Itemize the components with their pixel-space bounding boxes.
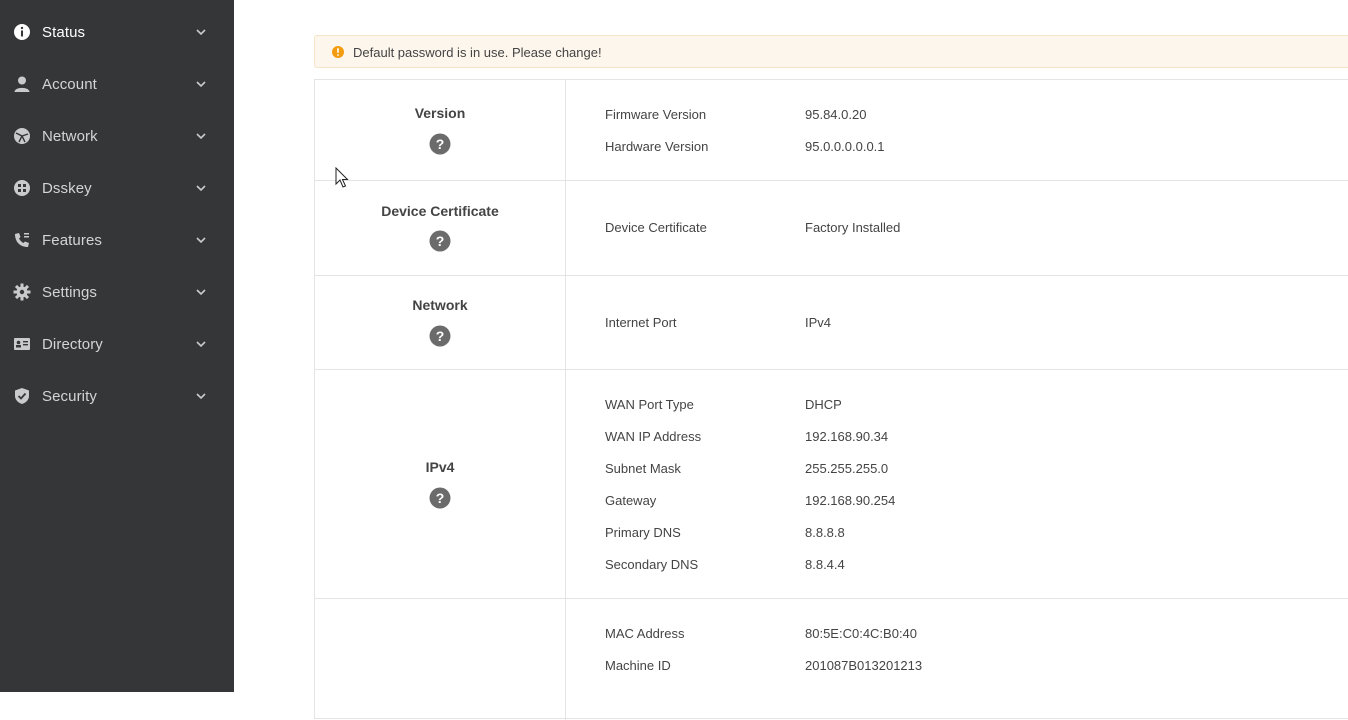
chevron-down-icon bbox=[195, 286, 207, 298]
shield-icon bbox=[13, 387, 31, 405]
phone-icon bbox=[13, 231, 31, 249]
sidebar-item-account[interactable]: Account bbox=[0, 58, 234, 110]
field-label: Hardware Version bbox=[605, 139, 709, 154]
globe-icon bbox=[13, 127, 31, 145]
chevron-down-icon bbox=[195, 390, 207, 402]
field-label: Device Certificate bbox=[605, 220, 707, 235]
user-icon bbox=[13, 75, 31, 93]
sidebar-item-security[interactable]: Security bbox=[0, 370, 234, 422]
svg-text:?: ? bbox=[436, 233, 445, 249]
field-value: 8.8.4.4 bbox=[805, 557, 845, 572]
sidebar-item-settings[interactable]: Settings bbox=[0, 266, 234, 318]
field-label: Internet Port bbox=[605, 315, 677, 330]
section-title-network: Network bbox=[412, 297, 468, 313]
warning-icon bbox=[331, 45, 345, 59]
field-value: Factory Installed bbox=[805, 220, 901, 235]
sidebar-item-label: Directory bbox=[42, 335, 103, 353]
field-value: 192.168.90.254 bbox=[805, 493, 896, 508]
mouse-cursor-icon bbox=[335, 167, 349, 189]
sidebar-item-dsskey[interactable]: Dsskey bbox=[0, 162, 234, 214]
sidebar: Status Account Network Dsskey Features S… bbox=[0, 0, 234, 692]
field-label: Gateway bbox=[605, 493, 657, 508]
section-title-version: Version bbox=[414, 105, 466, 121]
row-divider bbox=[315, 598, 1348, 599]
contact-card-icon bbox=[13, 335, 31, 353]
chevron-down-icon bbox=[195, 234, 207, 246]
info-icon bbox=[13, 23, 31, 41]
section-title-device-certificate: Device Certificate bbox=[381, 203, 499, 219]
chevron-down-icon bbox=[195, 26, 207, 38]
sidebar-item-network[interactable]: Network bbox=[0, 110, 234, 162]
field-value: 8.8.8.8 bbox=[805, 525, 845, 540]
sidebar-item-label: Status bbox=[42, 23, 86, 41]
sidebar-item-label: Network bbox=[42, 127, 98, 145]
status-panel: Version ? Firmware Version 95.84.0.20 Ha… bbox=[314, 79, 1348, 720]
help-icon[interactable]: ? bbox=[429, 230, 451, 252]
field-value: 95.0.0.0.0.0.1 bbox=[805, 139, 885, 154]
field-value: IPv4 bbox=[805, 315, 832, 330]
field-value: DHCP bbox=[805, 397, 842, 412]
help-icon[interactable]: ? bbox=[429, 487, 451, 509]
sidebar-item-label: Account bbox=[42, 75, 97, 93]
field-label: Firmware Version bbox=[605, 107, 707, 122]
gear-icon bbox=[13, 283, 31, 301]
field-value: 255.255.255.0 bbox=[805, 461, 889, 476]
field-value: 192.168.90.34 bbox=[805, 429, 889, 444]
warning-banner: Default password is in use. Please chang… bbox=[314, 35, 1348, 68]
field-label: Primary DNS bbox=[605, 525, 681, 540]
column-divider bbox=[565, 80, 566, 720]
sidebar-item-directory[interactable]: Directory bbox=[0, 318, 234, 370]
field-label: MAC Address bbox=[605, 626, 685, 641]
main-content: Default password is in use. Please chang… bbox=[234, 0, 1348, 720]
field-label: WAN Port Type bbox=[605, 397, 694, 412]
field-label: Secondary DNS bbox=[605, 557, 699, 572]
svg-text:?: ? bbox=[436, 328, 445, 344]
field-value: 95.84.0.20 bbox=[805, 107, 867, 122]
field-value: 201087B013201213 bbox=[805, 658, 923, 673]
sidebar-item-status[interactable]: Status bbox=[0, 6, 234, 58]
field-label: WAN IP Address bbox=[605, 429, 702, 444]
help-icon[interactable]: ? bbox=[429, 133, 451, 155]
sidebar-item-label: Security bbox=[42, 387, 97, 405]
help-icon[interactable]: ? bbox=[429, 325, 451, 347]
svg-text:?: ? bbox=[436, 136, 445, 152]
field-value: 80:5E:C0:4C:B0:40 bbox=[805, 626, 918, 641]
warning-text: Default password is in use. Please chang… bbox=[353, 45, 602, 60]
chevron-down-icon bbox=[195, 338, 207, 350]
section-title-ipv4: IPv4 bbox=[425, 459, 455, 475]
row-divider bbox=[315, 369, 1348, 370]
chevron-down-icon bbox=[195, 182, 207, 194]
field-label: Subnet Mask bbox=[605, 461, 681, 476]
sidebar-item-features[interactable]: Features bbox=[0, 214, 234, 266]
sidebar-item-label: Dsskey bbox=[42, 179, 92, 197]
row-divider bbox=[315, 275, 1348, 276]
grid-icon bbox=[13, 179, 31, 197]
sidebar-item-label: Features bbox=[42, 231, 102, 249]
chevron-down-icon bbox=[195, 130, 207, 142]
row-divider bbox=[315, 180, 1348, 181]
svg-text:?: ? bbox=[436, 490, 445, 506]
sidebar-item-label: Settings bbox=[42, 283, 97, 301]
field-label: Machine ID bbox=[605, 658, 671, 673]
chevron-down-icon bbox=[195, 78, 207, 90]
